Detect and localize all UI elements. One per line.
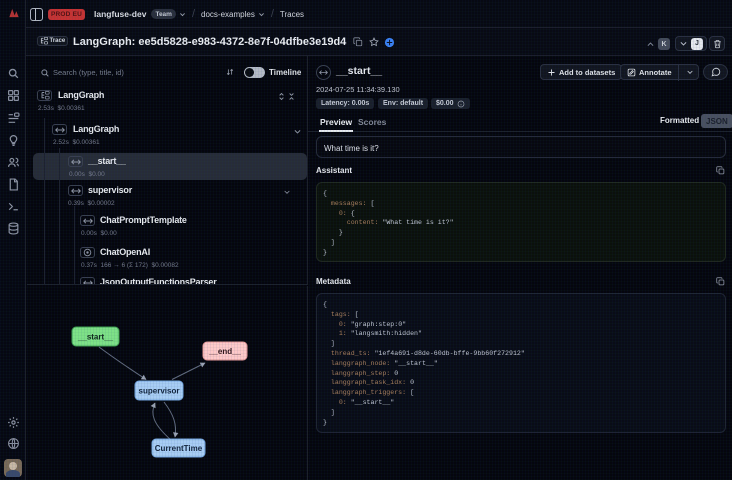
svg-text:CurrentTime: CurrentTime (155, 444, 203, 453)
svg-text:supervisor: supervisor (139, 387, 180, 396)
svg-text:__end__: __end__ (208, 347, 242, 356)
svg-text:__start__: __start__ (77, 333, 114, 342)
